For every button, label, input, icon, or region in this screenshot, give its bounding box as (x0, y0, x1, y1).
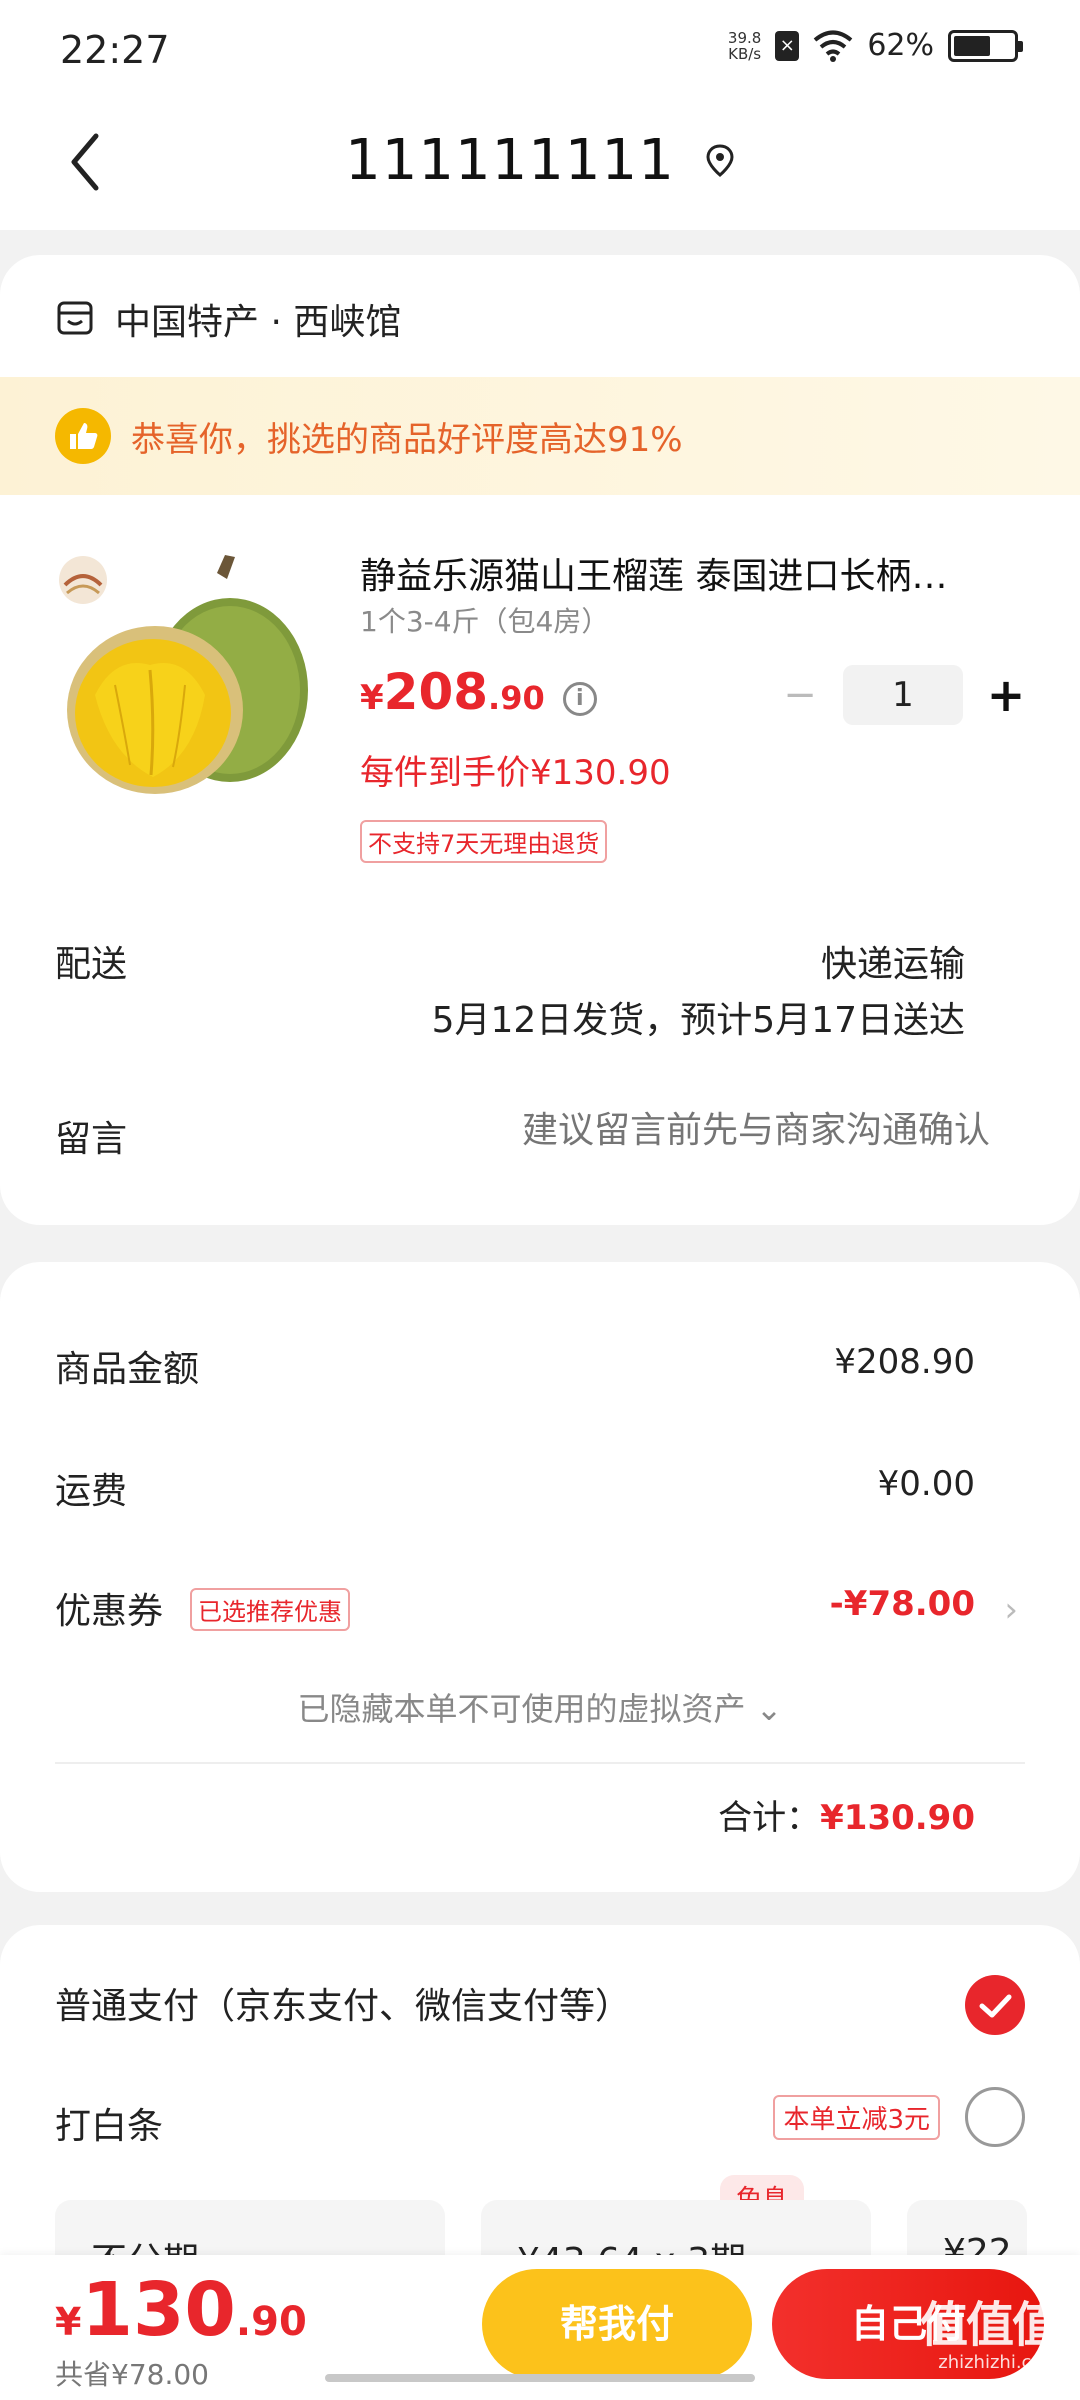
wifi-icon (814, 30, 853, 62)
message-label: 留言 (55, 1119, 128, 1160)
no-sim-icon: × (775, 30, 800, 61)
store-icon (57, 301, 93, 335)
normal-payment-radio[interactable] (965, 1975, 1025, 2035)
amount-summary-card: 商品金额 ¥208.90 运费 ¥0.00 优惠券 已选推荐优惠 -¥78.00… (0, 1262, 1080, 1892)
network-speed: 39.8 KB/s (727, 28, 762, 63)
delivery-label: 配送 (55, 944, 128, 985)
shipping-label: 运费 (55, 1471, 128, 1512)
chevron-right-icon[interactable]: › (1004, 1590, 1018, 1630)
rating-text: 恭喜你，挑选的商品好评度高达91% (131, 419, 683, 460)
location-pin-icon (706, 143, 734, 177)
battery-fill (954, 35, 990, 56)
price-decimal: .90 (488, 679, 545, 717)
goods-amount-value: ¥208.90 (834, 1342, 975, 1382)
watermark-text: zhizhizhi.com (938, 2352, 1060, 2373)
order-store-card: 中国特产 · 西峡馆 恭喜你，挑选的商品好评度高达91% 静益乐源猫山王榴莲 泰… (0, 255, 1080, 1225)
status-time: 22:27 (60, 28, 170, 72)
product-image[interactable] (55, 545, 320, 810)
divider (55, 1762, 1025, 1764)
check-icon (979, 1994, 1012, 2018)
product-title[interactable]: 静益乐源猫山王榴莲 泰国进口长柄… (360, 547, 1000, 599)
battery-percent: 62% (867, 28, 934, 63)
total-label: 合计： (718, 1798, 821, 1838)
product-spec: 1个3-4斤（包4房） (360, 605, 610, 638)
store-name: 中国特产 · 西峡馆 (115, 302, 402, 343)
delivery-date: 5月12日发货，预计5月17日送达 (431, 1000, 965, 1041)
thumbs-up-icon (55, 408, 111, 464)
total-value: ¥130.90 (820, 1798, 975, 1838)
baitiao-label[interactable]: 打白条 (55, 2097, 163, 2149)
status-bar: 22:27 39.8 KB/s × 62% (0, 0, 1080, 100)
rating-banner: 恭喜你，挑选的商品好评度高达91% (0, 377, 1080, 495)
checkout-price-integer: 130 (81, 2267, 236, 2353)
saved-amount: 共省¥78.00 (55, 2358, 209, 2391)
address-selector[interactable]: 111111111 (0, 128, 1080, 193)
delivery-method[interactable]: 快递运输 (821, 935, 965, 987)
no-return-tag: 不支持7天无理由退货 (360, 820, 608, 863)
page-title: 111111111 (345, 128, 675, 193)
price-info-icon[interactable]: i (562, 682, 597, 716)
total-row: 合计： ¥130.90 (718, 1790, 975, 1839)
quantity-value[interactable]: 1 (843, 665, 963, 725)
quantity-stepper: − 1 + (775, 665, 1031, 725)
checkout-price: ¥ 130 .90 (55, 2267, 307, 2353)
product-price: ¥ 208 .90 i (360, 663, 597, 721)
message-input[interactable] (430, 1110, 990, 1151)
watermark-logo: 值值值 (919, 2297, 1060, 2353)
help-pay-button[interactable]: 帮我付 (482, 2269, 752, 2379)
coupon-recommended-tag: 已选推荐优惠 (190, 1588, 350, 1631)
normal-payment-label[interactable]: 普通支付（京东支付、微信支付等） (55, 1977, 631, 2029)
increase-quantity-button[interactable]: + (981, 670, 1031, 720)
goods-amount-label: 商品金额 (55, 1349, 200, 1390)
price-currency: ¥ (360, 678, 384, 718)
unit-final-price: 每件到手价¥130.90 (360, 753, 671, 793)
nav-header: 111111111 (0, 100, 1080, 230)
status-icons: 39.8 KB/s × 62% (727, 28, 1023, 63)
shipping-value: ¥0.00 (877, 1464, 975, 1504)
baitiao-radio[interactable] (965, 2087, 1025, 2147)
store-header[interactable]: 中国特产 · 西峡馆 (55, 293, 401, 345)
checkout-price-decimal: .90 (235, 2299, 307, 2345)
coupon-label: 优惠券 (55, 1591, 164, 1632)
checkout-price-currency: ¥ (55, 2300, 82, 2344)
battery-icon (948, 29, 1023, 62)
home-indicator[interactable] (325, 2374, 755, 2382)
hidden-assets-toggle[interactable]: 已隐藏本单不可使用的虚拟资产 ⌄ (0, 1684, 1080, 1730)
decrease-quantity-button[interactable]: − (775, 670, 825, 720)
baitiao-discount-tag: 本单立减3元 (773, 2095, 940, 2140)
checkout-bar: ¥ 130 .90 共省¥78.00 帮我付 自己付 (0, 2255, 1080, 2400)
price-integer: 208 (383, 663, 489, 721)
coupon-value[interactable]: -¥78.00 (830, 1584, 975, 1624)
